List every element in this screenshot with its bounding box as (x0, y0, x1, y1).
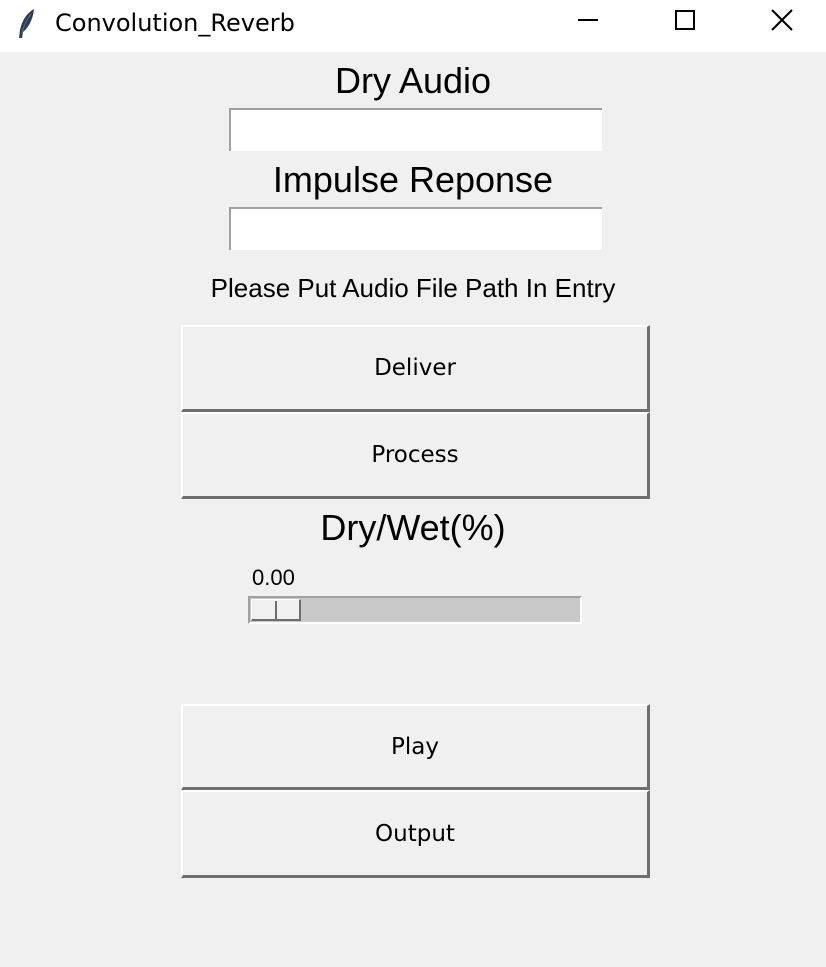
title-bar[interactable]: Convolution_Reverb (0, 0, 826, 52)
dry-audio-entry[interactable] (229, 108, 602, 151)
dry-wet-slider-handle[interactable] (251, 599, 301, 621)
instruction-text: Please Put Audio File Path In Entry (210, 273, 616, 303)
maximize-button[interactable] (637, 0, 733, 44)
slider-handle-divider (275, 601, 277, 619)
play-button[interactable]: Play (181, 704, 650, 790)
output-button[interactable]: Output (181, 790, 650, 878)
close-icon (770, 8, 794, 37)
minimize-icon (577, 9, 599, 36)
close-button[interactable] (734, 0, 826, 44)
process-button[interactable]: Process (181, 412, 650, 499)
impulse-response-label: Impulse Reponse (272, 159, 554, 200)
dry-audio-label: Dry Audio (334, 60, 492, 101)
dry-wet-slider[interactable] (248, 596, 582, 624)
impulse-response-entry[interactable] (229, 207, 602, 250)
maximize-icon (674, 9, 696, 36)
deliver-button[interactable]: Deliver (181, 325, 650, 412)
window-title: Convolution_Reverb (55, 9, 295, 37)
feather-icon (16, 8, 38, 40)
minimize-button[interactable] (540, 0, 636, 44)
dry-wet-value: 0.00 (252, 565, 295, 590)
dry-wet-label: Dry/Wet(%) (320, 507, 506, 548)
